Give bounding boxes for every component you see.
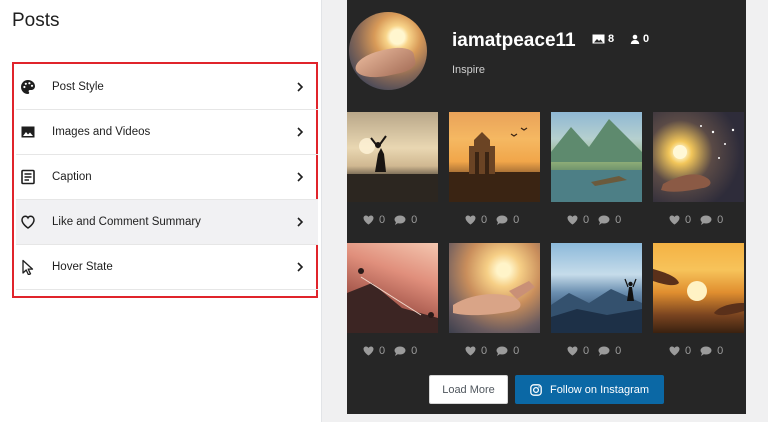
post-thumbnail[interactable] [551,112,642,202]
comment-icon [496,346,508,356]
follow-button-label: Follow on Instagram [549,383,650,396]
chevron-right-icon [297,127,304,137]
chevron-right-icon [297,82,304,92]
menu-item-label: Like and Comment Summary [52,216,201,228]
post-thumbnail[interactable] [347,112,438,202]
menu-item-label: Caption [52,171,92,183]
heart-icon [465,346,476,356]
post-stats: 0 0 [669,213,732,227]
menu-item-images-and-videos[interactable]: Images and Videos [16,110,318,155]
comment-icon [496,215,508,225]
heart-icon [567,215,578,225]
comment-icon [394,346,406,356]
instagram-feed-preview: iamatpeace11 8 0 Inspire 0 0 0 0 0 0 0 0… [347,0,746,414]
panel-title: Posts [12,10,60,31]
followers-count: 0 [630,33,649,45]
post-stats: 0 0 [567,344,630,358]
post-stats: 0 0 [465,344,528,358]
post-stats: 0 0 [465,213,528,227]
image-icon [592,34,605,44]
comment-icon [700,346,712,356]
post-stats: 0 0 [363,213,426,227]
caption-icon [21,169,35,185]
menu-item-hover-state[interactable]: Hover State [16,245,318,290]
post-thumbnail[interactable] [347,243,438,333]
comment-icon [598,215,610,225]
menu-item-label: Post Style [52,81,104,93]
instagram-icon [530,383,542,396]
image-icon [21,126,35,138]
comment-icon [700,215,712,225]
heart-icon [669,215,680,225]
heart-icon [567,346,578,356]
post-thumbnail[interactable] [653,112,744,202]
posts-settings-menu: Post Style Images and Videos Caption Lik… [12,62,318,298]
heart-icon [363,215,374,225]
menu-item-caption[interactable]: Caption [16,155,318,200]
profile-avatar[interactable] [349,12,427,90]
menu-item-label: Hover State [52,261,113,273]
post-thumbnail[interactable] [551,243,642,333]
menu-item-like-and-comment-summary[interactable]: Like and Comment Summary [16,200,318,245]
chevron-right-icon [297,217,304,227]
chevron-right-icon [297,262,304,272]
post-stats: 0 0 [669,344,732,358]
settings-panel: Posts Post Style Images and Videos Capti… [0,0,322,422]
palette-icon [21,80,35,94]
menu-item-post-style[interactable]: Post Style [16,65,318,110]
follow-on-instagram-button[interactable]: Follow on Instagram [515,375,664,404]
comment-icon [598,346,610,356]
heart-icon [465,215,476,225]
post-thumbnail[interactable] [449,112,540,202]
comment-icon [394,215,406,225]
post-stats: 0 0 [567,213,630,227]
post-thumbnail[interactable] [449,243,540,333]
user-icon [630,34,640,44]
profile-bio: Inspire [452,64,486,76]
heart-icon [363,346,374,356]
cursor-icon [22,259,34,275]
post-thumbnail[interactable] [653,243,744,333]
profile-username[interactable]: iamatpeace11 [452,30,576,52]
heart-icon [669,346,680,356]
menu-item-label: Images and Videos [52,126,151,138]
chevron-right-icon [297,172,304,182]
heart-icon [21,215,35,229]
load-more-button[interactable]: Load More [429,375,508,404]
post-stats: 0 0 [363,344,426,358]
posts-count: 8 [592,33,614,45]
